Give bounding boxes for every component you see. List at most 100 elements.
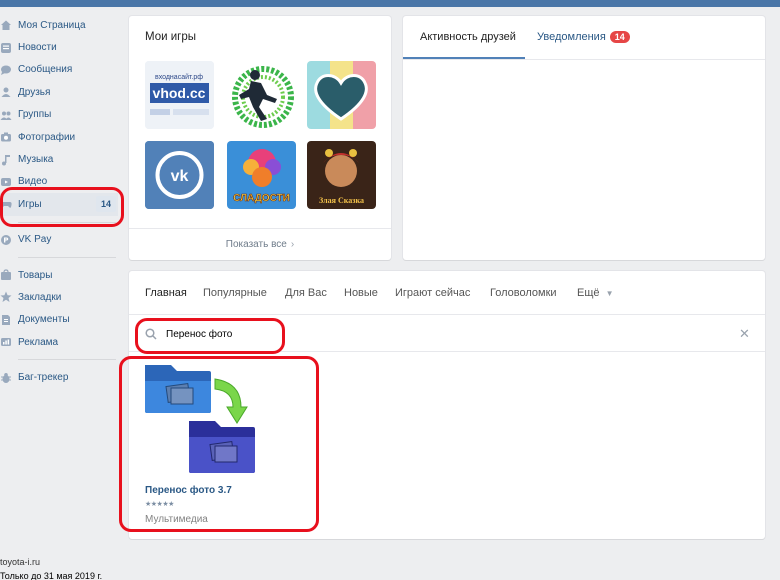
game-tile-running-man[interactable]	[227, 61, 296, 129]
app-tile-photo-transfer[interactable]	[143, 361, 257, 473]
app-category: Мультимедиа	[145, 514, 208, 525]
sidebar-item-label: Документы	[18, 314, 70, 326]
tab-puzzles[interactable]: Головоломки	[490, 287, 557, 299]
left-sidebar: Моя Страница Новости Сообщения Друзья Гр…	[0, 14, 118, 389]
footer-note: Только до 31 мая 2019 г.	[0, 571, 103, 580]
gamepad-icon	[0, 198, 12, 210]
vkpay-icon: P	[0, 234, 12, 246]
footer-site-label: toyota-i.ru	[0, 557, 41, 567]
groups-icon	[0, 109, 12, 121]
tab-main[interactable]: Главная	[145, 287, 187, 299]
sidebar-item-label: Фотографии	[18, 131, 76, 143]
sidebar-item-label: Музыка	[18, 154, 54, 166]
catalog-tabs: Главная Популярные Для Вас Новые Играют …	[129, 271, 765, 315]
sidebar-item-label: Моя Страница	[18, 19, 86, 31]
friends-icon	[0, 86, 12, 98]
sidebar-item-groups[interactable]: Группы	[0, 104, 118, 126]
show-all-games-link[interactable]: Показать все ›	[129, 228, 391, 260]
document-icon	[0, 314, 12, 326]
sidebar-item-label: Баг-трекер	[18, 372, 69, 384]
games-catalog-card: Главная Популярные Для Вас Новые Играют …	[129, 271, 765, 539]
sidebar-divider	[18, 359, 116, 361]
game-tile-sweets[interactable]: СЛАДОСТИ	[227, 141, 296, 209]
sidebar-item-ads[interactable]: Реклама	[0, 331, 118, 353]
top-header-bar	[0, 0, 780, 7]
sidebar-item-goods[interactable]: Товары	[0, 264, 118, 286]
activity-card: Активность друзей Уведомления 14	[403, 16, 765, 260]
sidebar-item-label: Игры	[18, 198, 42, 210]
my-games-card: Мои игры входнасайт.рф vhod.cc vk СЛАДОС…	[129, 16, 391, 260]
sweets-logo: СЛАДОСТИ	[227, 141, 296, 209]
search-icon	[145, 328, 157, 340]
show-all-label: Показать все	[225, 239, 287, 250]
sidebar-item-bug-tracker[interactable]: Баг-трекер	[0, 366, 118, 388]
sidebar-item-video[interactable]: Видео	[0, 171, 118, 193]
active-tab-indicator	[403, 57, 525, 59]
camera-icon	[0, 131, 12, 143]
star-icon	[0, 291, 12, 303]
tab-more[interactable]: Ещё ▼	[577, 287, 614, 299]
witch-caption: Злая Сказка	[319, 196, 364, 205]
tab-friends-activity[interactable]: Активность друзей	[420, 31, 516, 43]
search-row: ✕	[129, 315, 765, 352]
sidebar-item-bookmarks[interactable]: Закладки	[0, 286, 118, 308]
sidebar-item-label: Друзья	[18, 86, 51, 98]
sidebar-item-my-page[interactable]: Моя Страница	[0, 14, 118, 36]
tab-for-you[interactable]: Для Вас	[285, 287, 327, 299]
tab-notifications-label: Уведомления	[537, 31, 606, 43]
sidebar-item-photos[interactable]: Фотографии	[0, 126, 118, 148]
music-icon	[0, 154, 12, 166]
svg-text:vk: vk	[171, 168, 189, 185]
sidebar-item-label: Товары	[18, 269, 53, 281]
heart-logo	[307, 61, 376, 129]
sidebar-item-label: Реклама	[18, 336, 59, 348]
game-tile-heart[interactable]	[307, 61, 376, 129]
sidebar-item-music[interactable]: Музыка	[0, 148, 118, 170]
home-icon	[0, 19, 12, 31]
running-man-logo	[232, 66, 294, 128]
sidebar-item-news[interactable]: Новости	[0, 36, 118, 58]
tab-playing-now[interactable]: Играют сейчас	[395, 287, 470, 299]
messages-icon	[0, 64, 12, 76]
news-icon	[0, 42, 12, 54]
ads-icon	[0, 336, 12, 348]
goods-icon	[0, 269, 12, 281]
sidebar-item-vkpay[interactable]: P VK Pay	[0, 229, 118, 251]
svg-text:P: P	[3, 236, 8, 244]
sidebar-item-label: Закладки	[18, 291, 62, 303]
notifications-count-badge: 14	[609, 31, 630, 43]
game-tile-witch[interactable]: Злая Сказка	[307, 141, 376, 209]
vhod-site-logo-text: vhod.cc	[153, 85, 206, 101]
sidebar-divider	[18, 221, 116, 223]
activity-tabs: Активность друзей Уведомления 14	[403, 16, 765, 60]
game-tile-vk[interactable]: vk	[145, 141, 214, 209]
witch-logo: Злая Сказка	[307, 141, 376, 209]
video-icon	[0, 176, 12, 188]
sweets-caption: СЛАДОСТИ	[233, 193, 290, 204]
app-rating-stars: ★★★★★	[145, 501, 174, 508]
search-input[interactable]	[166, 324, 726, 344]
vhod-site-caption: входнасайт.рф	[155, 73, 203, 81]
sidebar-item-label: Новости	[18, 42, 57, 54]
game-tile-vhod-site[interactable]: входнасайт.рф vhod.cc	[145, 61, 214, 129]
app-title[interactable]: Перенос фото 3.7	[145, 485, 232, 496]
tab-notifications[interactable]: Уведомления 14	[537, 31, 630, 43]
sidebar-item-documents[interactable]: Документы	[0, 309, 118, 331]
my-games-title: Мои игры	[145, 31, 197, 43]
games-count-badge: 14	[95, 196, 116, 213]
sidebar-item-friends[interactable]: Друзья	[0, 81, 118, 103]
folder-transfer-icon	[145, 365, 255, 473]
sidebar-item-messages[interactable]: Сообщения	[0, 59, 118, 81]
chevron-down-icon: ▼	[605, 289, 614, 298]
sidebar-item-label: Видео	[18, 176, 48, 188]
vhod-site-logo: входнасайт.рф vhod.cc	[145, 61, 214, 129]
sidebar-item-label: VK Pay	[18, 234, 52, 246]
sidebar-item-games[interactable]: Игры 14	[0, 193, 118, 216]
close-icon[interactable]: ✕	[739, 327, 750, 340]
tab-popular[interactable]: Популярные	[203, 287, 267, 299]
chevron-right-icon: ›	[290, 239, 295, 250]
tab-new[interactable]: Новые	[344, 287, 378, 299]
sidebar-item-label: Сообщения	[18, 64, 73, 76]
tab-more-label: Ещё	[577, 287, 600, 299]
sidebar-item-label: Группы	[18, 109, 52, 121]
